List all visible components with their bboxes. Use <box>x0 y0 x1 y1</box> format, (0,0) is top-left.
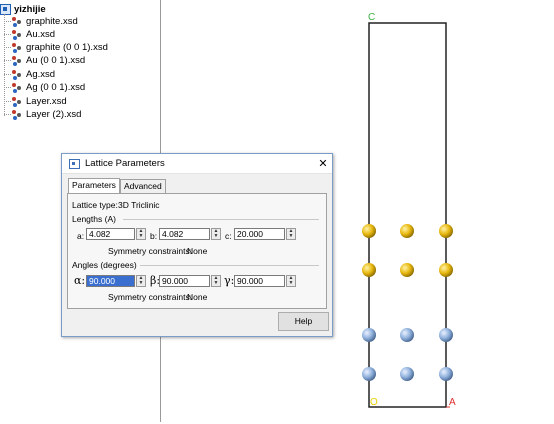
tree-item-au-001[interactable]: Au (0 0 1).xsd <box>0 54 85 67</box>
a-length-stepper[interactable]: ▲ ▼ <box>136 228 146 240</box>
b-length-spinbox: ▲▼ <box>159 228 221 240</box>
tree-root-yizhijie[interactable]: yizhijie <box>0 3 46 15</box>
ag-atom <box>439 328 453 342</box>
ag-atom <box>400 328 414 342</box>
au-atom <box>439 224 453 238</box>
length-symmetry-value: None <box>187 246 208 256</box>
beta-angle-stepper[interactable]: ▲ ▼ <box>211 275 221 287</box>
tab-parameters[interactable]: Parameters <box>68 178 120 194</box>
beta-angle-input[interactable] <box>159 275 210 287</box>
lengths-group-label: Lengths (A) <box>72 214 116 224</box>
tree-item-graphite-001[interactable]: graphite (0 0 1).xsd <box>0 41 108 54</box>
lattice-type-value: 3D Triclinic <box>118 200 160 210</box>
gamma-angle-input[interactable] <box>234 275 285 287</box>
tree-item-layer-2[interactable]: Layer (2).xsd <box>0 108 81 121</box>
ag-atom <box>439 367 453 381</box>
c-length-stepper[interactable]: ▲ ▼ <box>286 228 296 240</box>
length-symmetry-label: Symmetry constraints: <box>108 246 193 256</box>
lattice-parameters-dialog: Lattice Parameters ✕ Parameters Advanced… <box>61 153 333 337</box>
structure-file-icon <box>11 29 22 40</box>
a-length-spinbox: ▲▼ <box>86 228 146 240</box>
parameters-panel: Lattice type: 3D Triclinic Lengths (A) a… <box>67 193 327 309</box>
structure-file-icon <box>11 109 22 120</box>
structure-file-icon <box>11 42 22 53</box>
au-atom <box>362 263 376 277</box>
c-length-input[interactable] <box>234 228 285 240</box>
lattice-type-label: Lattice type: <box>72 200 118 210</box>
help-button[interactable]: Help <box>278 312 329 331</box>
b-label: b: <box>150 231 158 241</box>
gamma-angle-spinbox: ▲▼ <box>234 275 296 287</box>
a-label: a: <box>77 231 85 241</box>
a-length-input[interactable] <box>86 228 135 240</box>
axis-c-label: C <box>368 12 376 23</box>
tab-advanced[interactable]: Advanced <box>119 179 166 193</box>
c-length-spinbox: ▲▼ <box>234 228 296 240</box>
alpha-angle-stepper[interactable]: ▲ ▼ <box>136 275 146 287</box>
lattice-icon <box>69 158 80 169</box>
angle-symmetry-label: Symmetry constraints: <box>108 292 193 302</box>
gamma-angle-stepper[interactable]: ▲ ▼ <box>286 275 296 287</box>
dialog-titlebar[interactable]: Lattice Parameters ✕ <box>62 154 332 174</box>
lengths-divider <box>123 219 319 220</box>
b-length-input[interactable] <box>159 228 210 240</box>
alpha-angle-input[interactable] <box>86 275 135 287</box>
structure-file-icon <box>11 69 22 80</box>
c-label: c: <box>225 231 232 241</box>
angles-group-label: Angles (degrees) <box>72 260 137 270</box>
alpha-angle-spinbox: ▲▼ <box>86 275 146 287</box>
structure-file-icon <box>11 96 22 107</box>
tree-item-graphite[interactable]: graphite.xsd <box>0 15 78 28</box>
tree-item-ag[interactable]: Ag.xsd <box>0 68 55 81</box>
ag-atom <box>400 367 414 381</box>
axis-origin-label: O <box>370 397 378 408</box>
au-atom <box>439 263 453 277</box>
close-button[interactable]: ✕ <box>314 157 332 170</box>
au-atom <box>400 224 414 238</box>
gamma-label: γ: <box>224 274 235 287</box>
beta-angle-spinbox: ▲▼ <box>159 275 221 287</box>
ag-atom <box>362 328 376 342</box>
unit-cell-outline <box>368 22 447 408</box>
structure-file-icon <box>11 16 22 27</box>
au-atom <box>362 224 376 238</box>
structure-file-icon <box>11 55 22 66</box>
tree-root-label: yizhijie <box>14 3 46 15</box>
au-atom <box>400 263 414 277</box>
b-length-stepper[interactable]: ▲ ▼ <box>211 228 221 240</box>
project-folder-icon <box>0 3 11 15</box>
tree-item-au[interactable]: Au.xsd <box>0 28 55 41</box>
angle-symmetry-value: None <box>187 292 208 302</box>
alpha-label: α: <box>74 274 86 287</box>
dialog-title: Lattice Parameters <box>85 158 165 169</box>
axis-a-label: A <box>449 397 456 408</box>
tree-item-ag-001[interactable]: Ag (0 0 1).xsd <box>0 81 85 94</box>
tree-item-layer[interactable]: Layer.xsd <box>0 95 67 108</box>
ag-atom <box>362 367 376 381</box>
dialog-tabs: Parameters Advanced <box>68 178 166 194</box>
structure-file-icon <box>11 82 22 93</box>
angles-divider <box>140 265 319 266</box>
